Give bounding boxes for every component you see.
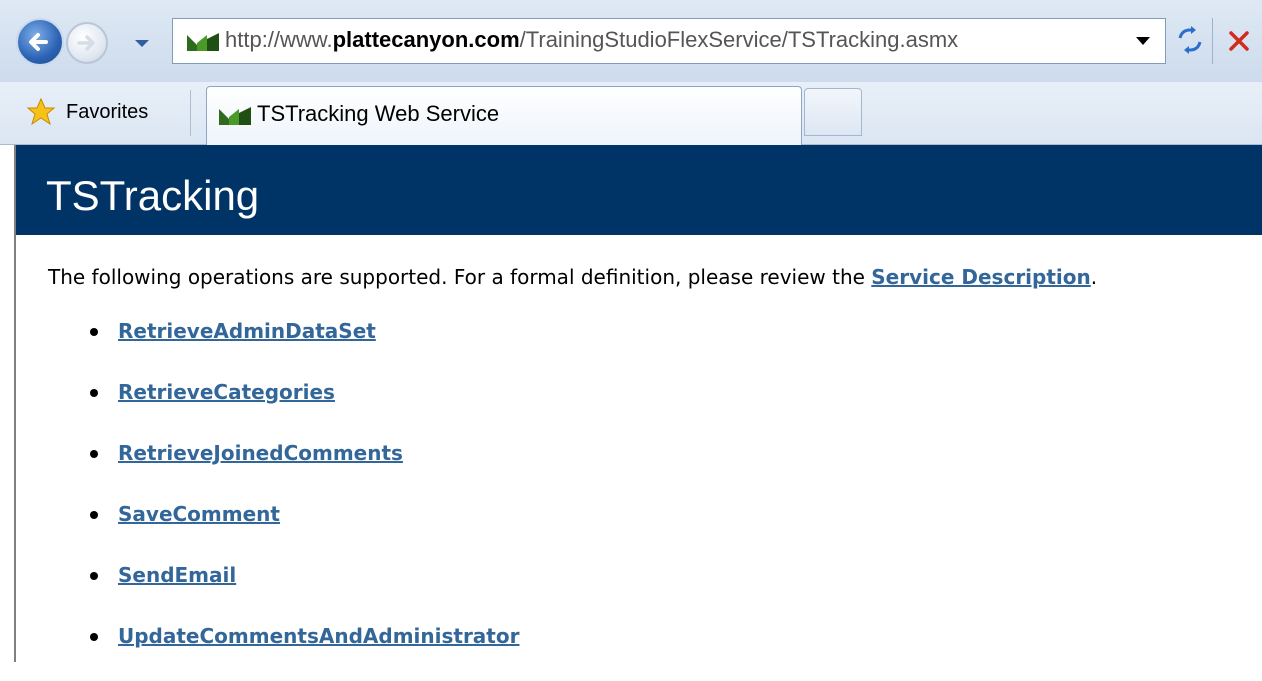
toolbar-separator <box>1212 18 1213 64</box>
tab-tstracking[interactable]: TSTracking Web Service <box>206 86 802 146</box>
favorites-label: Favorites <box>66 100 149 123</box>
site-favicon-icon <box>187 33 219 51</box>
page-title: TSTracking <box>46 172 260 219</box>
tab-label: TSTracking Web Service <box>257 101 500 126</box>
intro-text: The following operations are supported. … <box>48 265 1098 289</box>
forward-button[interactable] <box>66 22 108 64</box>
bullet <box>90 633 98 641</box>
address-dropdown-icon[interactable] <box>1132 32 1154 50</box>
operation-link-retrieveadmindataset[interactable]: RetrieveAdminDataSet <box>118 319 376 343</box>
web-page-content: TSTracking The following operations are … <box>14 145 1262 662</box>
stop-icon[interactable] <box>1226 28 1252 54</box>
operation-link-savecomment[interactable]: SaveComment <box>118 502 280 526</box>
favorites-star-icon <box>26 97 56 126</box>
operation-link-sendemail[interactable]: SendEmail <box>118 563 236 587</box>
bullet <box>90 572 98 580</box>
browser-navigation-bar: http://www.plattecanyon.com/TrainingStud… <box>0 0 1262 82</box>
operation-link-retrievejoinedcomments[interactable]: RetrieveJoinedComments <box>118 441 403 465</box>
recent-pages-dropdown-icon[interactable] <box>132 34 152 52</box>
back-button[interactable] <box>16 18 64 66</box>
bullet <box>90 511 98 519</box>
bullet <box>90 389 98 397</box>
site-favicon-icon <box>219 107 251 125</box>
service-description-link[interactable]: Service Description <box>871 265 1090 289</box>
operation-link-retrievecategories[interactable]: RetrieveCategories <box>118 380 335 404</box>
favorites-button[interactable]: Favorites <box>26 94 148 130</box>
bullet <box>90 450 98 458</box>
favorites-separator <box>190 90 191 136</box>
new-tab-button[interactable] <box>804 88 862 136</box>
back-arrow-icon <box>29 33 48 51</box>
page-banner: TSTracking <box>16 145 1262 235</box>
address-bar[interactable]: http://www.plattecanyon.com/TrainingStud… <box>172 18 1166 64</box>
forward-arrow-icon <box>77 35 95 51</box>
bullet <box>90 328 98 336</box>
refresh-icon[interactable] <box>1172 22 1208 58</box>
url-text[interactable]: http://www.plattecanyon.com/TrainingStud… <box>225 27 958 53</box>
operation-link-updatecommentsandadministrator[interactable]: UpdateCommentsAndAdministrator <box>118 624 519 648</box>
